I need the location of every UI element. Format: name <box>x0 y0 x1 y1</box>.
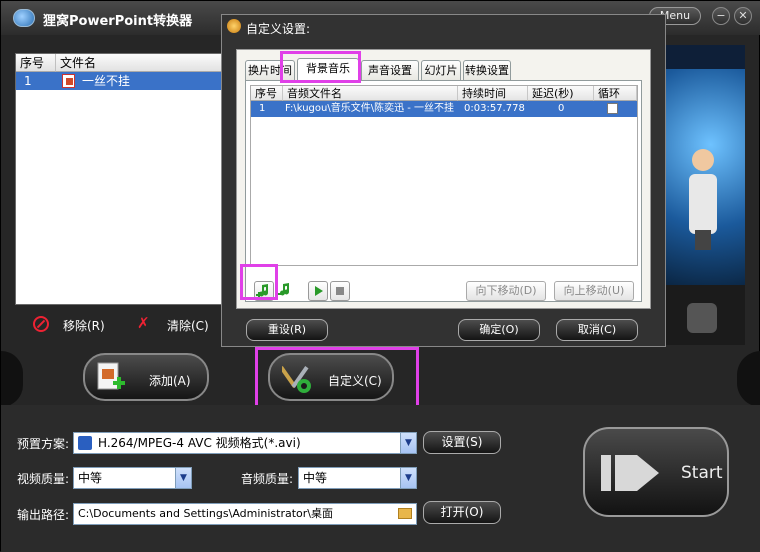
add-music-highlight <box>240 264 278 300</box>
audio-quality-select[interactable]: 中等 ▼ <box>298 467 417 489</box>
file-list[interactable]: 序号 文件名 1 一丝不挂 <box>15 53 228 305</box>
preview-person <box>689 149 717 250</box>
audio-file: F:\kugou\音乐文件\陈奕迅 - 一丝不挂. <box>285 103 455 114</box>
video-quality-value: 中等 <box>78 471 103 485</box>
dialog-title: 自定义设置: <box>246 22 311 36</box>
folder-icon[interactable] <box>398 508 412 519</box>
output-path-value: C:\Documents and Settings\Administrator\… <box>78 507 334 520</box>
column-header-index[interactable]: 序号 <box>251 86 283 101</box>
move-down-button[interactable]: 向下移动(D) <box>466 281 546 301</box>
clear-icon[interactable]: ✗ <box>137 316 153 331</box>
loop-checkbox[interactable] <box>607 103 618 114</box>
right-wing-decoration <box>737 351 760 407</box>
audio-delay: 0 <box>558 103 565 114</box>
app-title: 狸窝PowerPoint转换器 <box>43 14 193 29</box>
preset-settings-button[interactable]: 设置(S) <box>423 431 501 454</box>
audio-table[interactable]: 序号 音频文件名 持续时间 延迟(秒) 循环 1 F:\kugou\音乐文件\陈… <box>250 85 638 266</box>
column-header-audio-file[interactable]: 音频文件名 <box>283 86 458 101</box>
output-path-input[interactable]: C:\Documents and Settings\Administrator\… <box>73 503 417 525</box>
audio-index: 1 <box>259 103 266 114</box>
play-icon <box>315 286 323 296</box>
minimize-button[interactable]: − <box>712 7 730 25</box>
custom-button-highlight <box>255 347 419 411</box>
video-quality-label: 视频质量: <box>17 472 70 486</box>
chevron-down-icon[interactable]: ▼ <box>400 433 416 453</box>
start-button[interactable]: Start <box>583 427 729 517</box>
table-row[interactable]: 1 一丝不挂 <box>16 72 228 90</box>
output-path-label: 输出路径: <box>17 508 70 522</box>
file-name: 一丝不挂 <box>82 74 131 88</box>
preset-label: 预置方案: <box>17 437 70 451</box>
ppt-file-icon <box>62 74 75 88</box>
move-up-button[interactable]: 向上移动(U) <box>554 281 634 301</box>
add-button-label: 添加(A) <box>149 374 191 388</box>
remove-music-icon <box>277 283 289 296</box>
column-header-filename[interactable]: 文件名 <box>56 54 228 72</box>
table-row[interactable]: 1 F:\kugou\音乐文件\陈奕迅 - 一丝不挂. 0:03:57.778 … <box>251 101 637 117</box>
play-music-button[interactable] <box>308 281 328 301</box>
reset-button[interactable]: 重设(R) <box>246 319 328 341</box>
audio-duration: 0:03:57.778 <box>464 103 525 114</box>
left-wing-decoration <box>1 351 23 407</box>
open-folder-button[interactable]: 打开(O) <box>423 501 501 524</box>
stop-icon <box>336 287 344 295</box>
dialog-content: 换片时间 背景音乐 声音设置 幻灯片 转换设置 序号 音频文件名 持续时间 延迟… <box>236 49 651 309</box>
background-music-panel: 序号 音频文件名 持续时间 延迟(秒) 循环 1 F:\kugou\音乐文件\陈… <box>245 80 642 302</box>
chevron-down-icon[interactable]: ▼ <box>400 468 416 488</box>
tab-conversion-settings[interactable]: 转换设置 <box>463 60 511 80</box>
cancel-button[interactable]: 取消(C) <box>556 319 638 341</box>
tab-slides[interactable]: 幻灯片 <box>421 60 461 80</box>
preset-select[interactable]: H.264/MPEG-4 AVC 视频格式(*.avi) ▼ <box>73 432 417 454</box>
start-arrow-icon <box>601 455 659 491</box>
background-music-tab-highlight <box>280 51 361 83</box>
audio-quality-value: 中等 <box>303 471 328 485</box>
column-header-delay[interactable]: 延迟(秒) <box>528 86 594 101</box>
ok-button[interactable]: 确定(O) <box>458 319 540 341</box>
remove-icon[interactable] <box>33 316 49 332</box>
remove-button[interactable]: 移除(R) <box>63 317 105 334</box>
preview-controls-area <box>659 285 745 345</box>
video-format-icon <box>78 436 92 450</box>
column-header-loop[interactable]: 循环 <box>594 86 637 101</box>
column-header-duration[interactable]: 持续时间 <box>458 86 528 101</box>
preset-value: H.264/MPEG-4 AVC 视频格式(*.avi) <box>98 436 301 450</box>
preview-panel <box>659 45 745 345</box>
dialog-icon <box>227 19 241 33</box>
add-button[interactable]: 添加(A) <box>83 353 209 401</box>
settings-panel: 预置方案: H.264/MPEG-4 AVC 视频格式(*.avi) ▼ 设置(… <box>1 405 760 552</box>
remove-music-button[interactable] <box>276 281 296 301</box>
stop-music-button[interactable] <box>330 281 350 301</box>
tab-sound-settings[interactable]: 声音设置 <box>361 60 419 80</box>
add-file-icon <box>97 362 125 390</box>
file-index: 1 <box>24 74 32 88</box>
video-quality-select[interactable]: 中等 ▼ <box>73 467 192 489</box>
play-icon[interactable] <box>687 303 717 333</box>
app-logo-icon <box>13 9 35 27</box>
close-button[interactable]: ✕ <box>734 7 752 25</box>
audio-quality-label: 音频质量: <box>241 472 294 486</box>
clear-button[interactable]: 清除(C) <box>167 317 209 334</box>
start-label: Start <box>681 463 723 483</box>
column-header-index[interactable]: 序号 <box>16 54 56 72</box>
chevron-down-icon[interactable]: ▼ <box>175 468 191 488</box>
